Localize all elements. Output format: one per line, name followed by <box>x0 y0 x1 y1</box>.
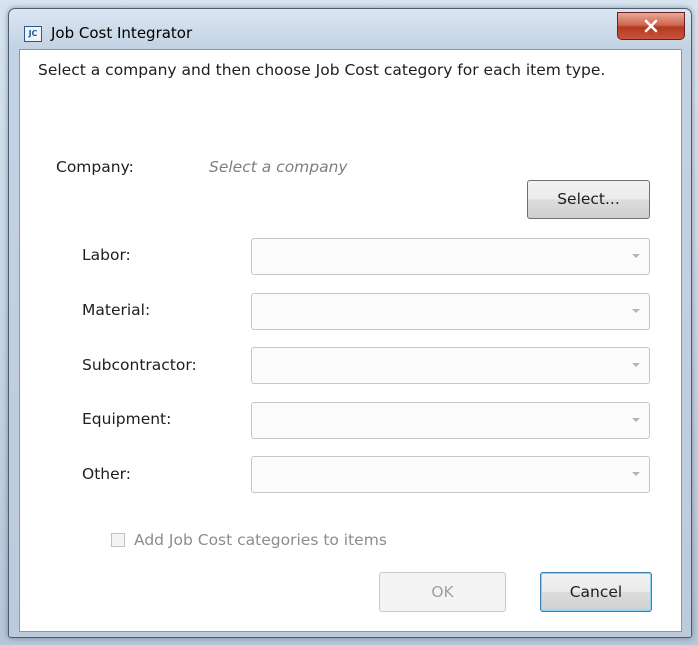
material-dropdown[interactable] <box>251 293 650 330</box>
other-dropdown[interactable] <box>251 456 650 493</box>
labor-dropdown[interactable] <box>251 238 650 275</box>
instructions-text: Select a company and then choose Job Cos… <box>38 61 606 79</box>
add-categories-option[interactable]: Add Job Cost categories to items <box>111 531 387 549</box>
company-label: Company: <box>56 158 134 176</box>
add-categories-label: Add Job Cost categories to items <box>134 531 387 549</box>
other-label: Other: <box>82 465 131 483</box>
cancel-button[interactable]: Cancel <box>540 572 652 612</box>
select-company-button[interactable]: Select... <box>527 180 650 219</box>
material-label: Material: <box>82 301 151 319</box>
chevron-down-icon <box>632 254 640 258</box>
equipment-label: Equipment: <box>82 410 172 428</box>
ok-button[interactable]: OK <box>379 572 506 612</box>
close-icon <box>644 19 658 33</box>
add-categories-checkbox[interactable] <box>111 533 125 547</box>
app-icon: JC <box>24 26 42 42</box>
title-bar[interactable]: JC Job Cost Integrator <box>9 9 691 47</box>
subcontractor-label: Subcontractor: <box>82 356 197 374</box>
window-title: Job Cost Integrator <box>51 24 193 42</box>
chevron-down-icon <box>632 309 640 313</box>
labor-label: Labor: <box>82 246 131 264</box>
equipment-dropdown[interactable] <box>251 402 650 439</box>
chevron-down-icon <box>632 472 640 476</box>
close-button[interactable] <box>617 12 685 40</box>
subcontractor-dropdown[interactable] <box>251 347 650 384</box>
company-value: Select a company <box>209 158 348 176</box>
chevron-down-icon <box>632 418 640 422</box>
chevron-down-icon <box>632 363 640 367</box>
